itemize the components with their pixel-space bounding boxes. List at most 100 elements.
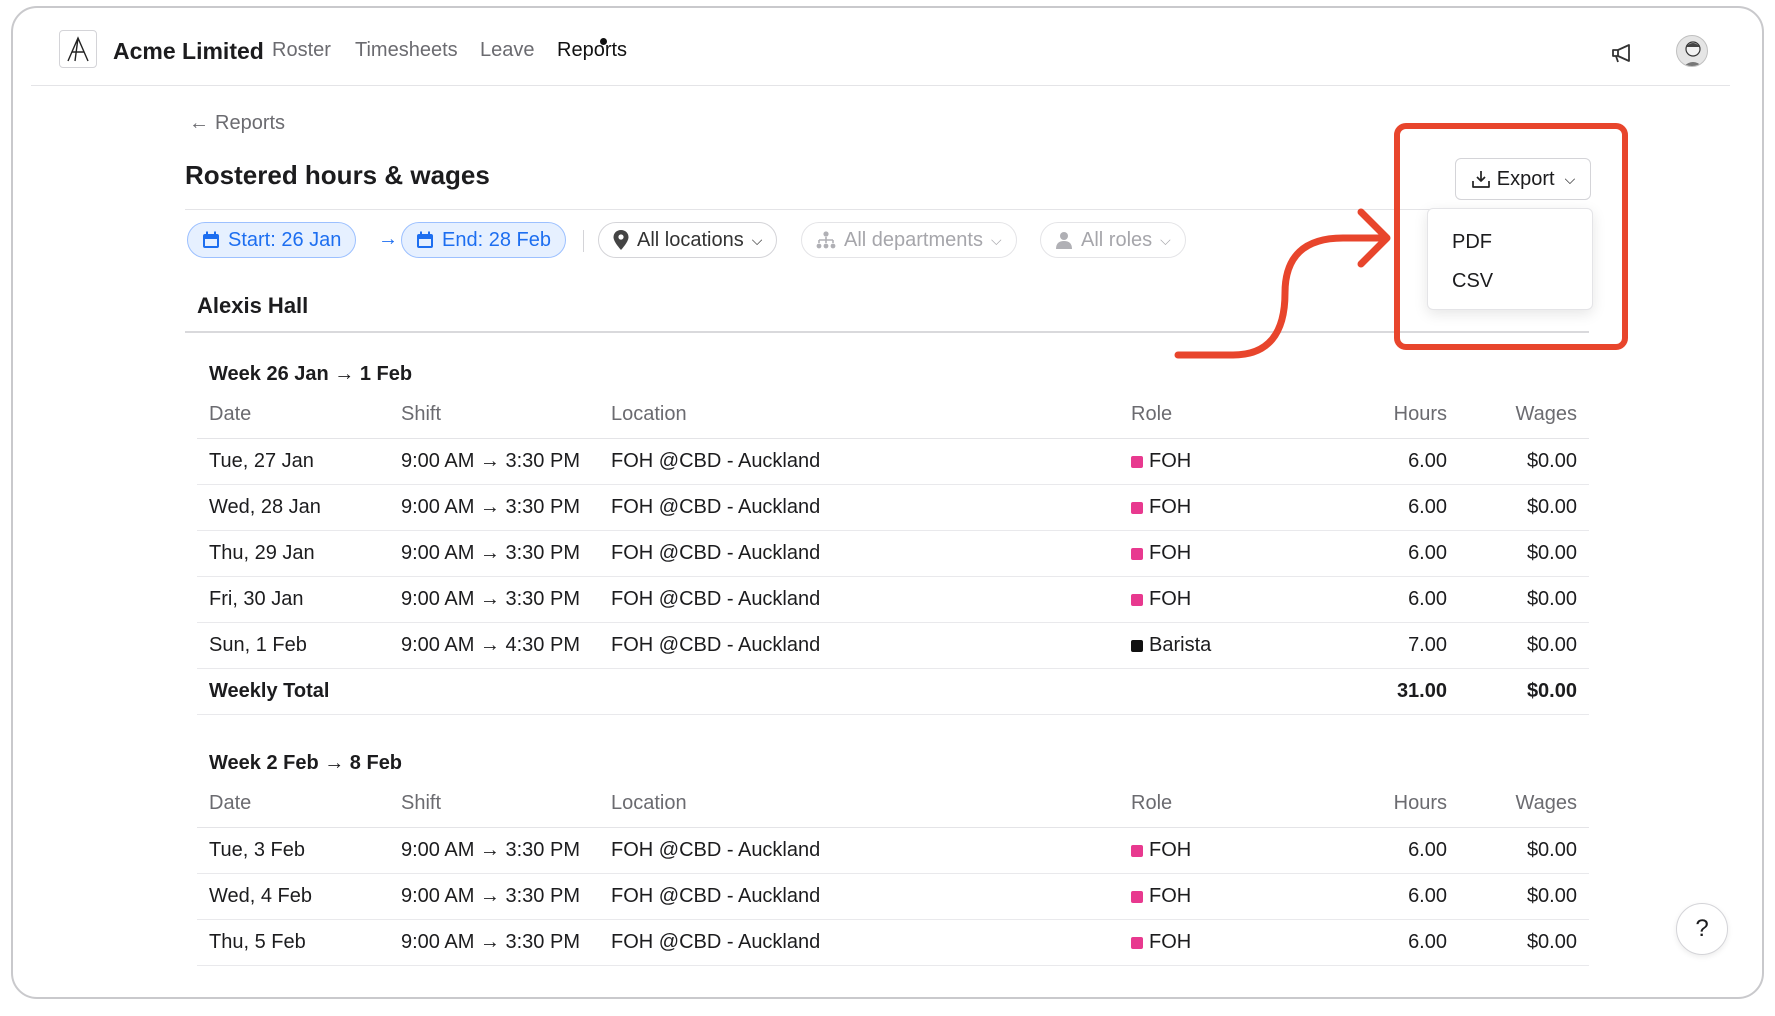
row-hours: 7.00 xyxy=(1299,622,1459,669)
nav-timesheets[interactable]: Timesheets xyxy=(355,39,458,62)
col-wages: Wages xyxy=(1459,781,1589,828)
chevron-down-icon: ⌵ xyxy=(751,231,763,248)
row-location: FOH @CBD - Auckland xyxy=(599,530,1119,577)
top-navigation: Acme Limited Roster Timesheets Leave Rep… xyxy=(31,8,1730,86)
role-color-swatch xyxy=(1131,639,1143,652)
employee-divider xyxy=(185,331,1589,333)
weekly-total-wages: $0.00 xyxy=(1459,668,1589,715)
role-color-swatch xyxy=(1131,593,1143,606)
chevron-down-icon: ⌵ xyxy=(1160,231,1171,248)
row-location: FOH @CBD - Auckland xyxy=(599,873,1119,920)
col-shift: Shift xyxy=(389,392,599,439)
row-wages: $0.00 xyxy=(1459,827,1589,874)
departments-filter[interactable]: All departments ⌵ xyxy=(801,222,1017,258)
locations-label: All locations xyxy=(637,228,744,251)
col-hours: Hours xyxy=(1299,781,1459,828)
row-location: FOH @CBD - Auckland xyxy=(599,438,1119,485)
role-label: FOH xyxy=(1149,930,1192,953)
col-date: Date xyxy=(197,781,389,828)
annotation-highlight-box xyxy=(1394,123,1628,350)
role-color-swatch xyxy=(1131,936,1143,949)
row-role: Barista xyxy=(1119,622,1299,669)
row-shift: 9:00 AM → 3:30 PM xyxy=(389,484,599,531)
role-label: FOH xyxy=(1149,449,1192,472)
row-hours: 6.00 xyxy=(1299,576,1459,623)
date-range-arrow: → xyxy=(378,228,398,250)
page-title: Rostered hours & wages xyxy=(185,160,490,190)
start-date-filter[interactable]: Start: 26 Jan xyxy=(187,222,357,258)
row-location: FOH @CBD - Auckland xyxy=(599,576,1119,623)
row-hours: 6.00 xyxy=(1299,484,1459,531)
back-to-reports-link[interactable]: ← Reports xyxy=(189,112,285,135)
table-row: Thu, 5 Feb 9:00 AM → 3:30 PM FOH @CBD - Au… xyxy=(197,919,1589,966)
back-label: Reports xyxy=(215,112,286,134)
avatar-face-icon xyxy=(1684,41,1702,66)
start-date-label: Start: 26 Jan xyxy=(228,228,342,251)
person-icon xyxy=(1056,232,1072,249)
nav-reports[interactable]: Reports xyxy=(557,39,627,62)
table-row: Tue, 27 Jan 9:00 AM → 3:30 PM FOH @CBD - A… xyxy=(197,438,1589,485)
role-color-swatch xyxy=(1131,501,1143,514)
role-label: FOH xyxy=(1149,587,1192,610)
weekly-total-row: Weekly Total 31.00 $0.00 xyxy=(197,668,1589,715)
user-avatar[interactable] xyxy=(1676,35,1708,67)
calendar-icon xyxy=(203,231,219,248)
roles-label: All roles xyxy=(1081,228,1153,251)
help-button[interactable]: ? xyxy=(1676,903,1728,955)
row-role: FOH xyxy=(1119,919,1299,966)
row-shift: 9:00 AM → 3:30 PM xyxy=(389,530,599,577)
row-date: Sun, 1 Feb xyxy=(197,622,389,669)
company-name[interactable]: Acme Limited xyxy=(113,38,264,65)
role-label: FOH xyxy=(1149,884,1192,907)
row-hours: 6.00 xyxy=(1299,530,1459,577)
locations-filter[interactable]: All locations ⌵ xyxy=(598,222,778,258)
company-logo[interactable] xyxy=(59,30,97,68)
weekly-total-label: Weekly Total xyxy=(197,668,1299,715)
row-location: FOH @CBD - Auckland xyxy=(599,484,1119,531)
col-role: Role xyxy=(1119,392,1299,439)
row-shift: 9:00 AM → 3:30 PM xyxy=(389,873,599,920)
row-location: FOH @CBD - Auckland xyxy=(599,919,1119,966)
week-2-table: Date Shift Location Role Hours Wages Tue… xyxy=(197,781,1589,966)
arrow-left-icon: ← xyxy=(189,112,209,134)
row-date: Thu, 5 Feb xyxy=(197,919,389,966)
map-pin-icon xyxy=(613,230,629,250)
row-shift: 9:00 AM → 4:30 PM xyxy=(389,622,599,669)
col-shift: Shift xyxy=(389,781,599,828)
megaphone-icon[interactable] xyxy=(1610,42,1634,64)
nav-leave[interactable]: Leave xyxy=(480,39,535,62)
week-1-heading: Week 26 Jan → 1 Feb xyxy=(209,363,413,385)
row-wages: $0.00 xyxy=(1459,484,1589,531)
role-color-swatch xyxy=(1131,547,1143,560)
header-divider xyxy=(185,209,1589,210)
row-date: Tue, 3 Feb xyxy=(197,827,389,874)
row-wages: $0.00 xyxy=(1459,873,1589,920)
employee-name: Alexis Hall xyxy=(197,293,309,318)
row-role: FOH xyxy=(1119,873,1299,920)
row-hours: 6.00 xyxy=(1299,438,1459,485)
table-row: Sun, 1 Feb 9:00 AM → 4:30 PM FOH @CBD - Au… xyxy=(197,622,1589,669)
week-2-heading: Week 2 Feb → 8 Feb xyxy=(209,752,403,774)
calendar-icon xyxy=(417,231,433,248)
org-chart-icon xyxy=(816,231,836,249)
end-date-filter[interactable]: End: 28 Feb xyxy=(401,222,566,258)
row-role: FOH xyxy=(1119,438,1299,485)
row-shift: 9:00 AM → 3:30 PM xyxy=(389,919,599,966)
nav-roster[interactable]: Roster xyxy=(272,39,331,62)
role-label: FOH xyxy=(1149,541,1192,564)
role-label: FOH xyxy=(1149,838,1192,861)
row-date: Wed, 28 Jan xyxy=(197,484,389,531)
week-1-table: Date Shift Location Role Hours Wages Tue… xyxy=(197,392,1589,715)
row-shift: 9:00 AM → 3:30 PM xyxy=(389,827,599,874)
roles-filter[interactable]: All roles ⌵ xyxy=(1040,222,1186,258)
table-row: Wed, 4 Feb 9:00 AM → 3:30 PM FOH @CBD - Au… xyxy=(197,873,1589,920)
row-wages: $0.00 xyxy=(1459,530,1589,577)
row-wages: $0.00 xyxy=(1459,919,1589,966)
row-role: FOH xyxy=(1119,576,1299,623)
table-header-row: Date Shift Location Role Hours Wages xyxy=(197,392,1589,439)
logo-a-icon xyxy=(67,36,89,62)
col-location: Location xyxy=(599,781,1119,828)
role-label: Barista xyxy=(1149,633,1212,656)
row-role: FOH xyxy=(1119,530,1299,577)
col-hours: Hours xyxy=(1299,392,1459,439)
